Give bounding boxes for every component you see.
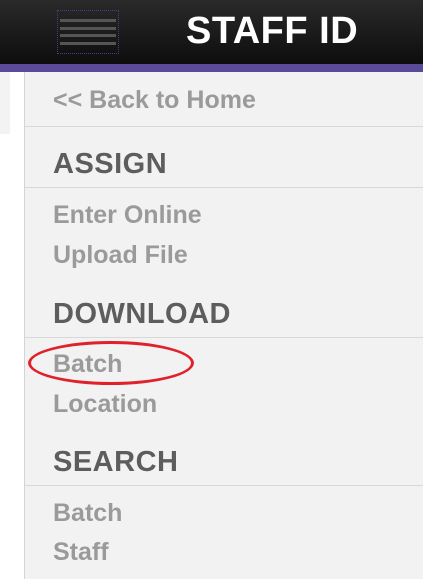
menu-icon-bar	[60, 34, 116, 38]
header-accent-bar	[0, 64, 423, 72]
sidebar-item-download-location[interactable]: Location	[53, 390, 157, 419]
menu-icon-bar	[60, 19, 116, 23]
section-heading-assign: ASSIGN	[53, 148, 168, 180]
sidebar-item-upload-file[interactable]: Upload File	[53, 241, 188, 270]
section-heading-search: SEARCH	[53, 446, 179, 478]
sidebar-nav: << Back to Home ASSIGN Enter Online Uplo…	[24, 72, 423, 579]
hamburger-menu-icon[interactable]	[57, 10, 119, 54]
divider	[25, 187, 423, 188]
sidebar-item-search-batch[interactable]: Batch	[53, 499, 122, 528]
divider	[25, 485, 423, 486]
sidebar-item-download-batch[interactable]: Batch	[53, 350, 122, 379]
menu-icon-bar	[60, 26, 116, 30]
divider	[25, 126, 423, 127]
sidebar-item-enter-online[interactable]: Enter Online	[53, 201, 202, 230]
sidebar-item-search-staff[interactable]: Staff	[53, 538, 109, 567]
top-header: STAFF ID	[0, 0, 423, 64]
menu-icon-bar	[60, 41, 116, 45]
section-heading-download: DOWNLOAD	[53, 298, 231, 330]
page-left-strip	[0, 72, 10, 134]
app-window: STAFF ID << Back to Home ASSIGN Enter On…	[0, 0, 423, 579]
divider	[25, 337, 423, 338]
back-to-home-link[interactable]: << Back to Home	[53, 86, 256, 115]
app-title: STAFF ID	[186, 10, 359, 52]
